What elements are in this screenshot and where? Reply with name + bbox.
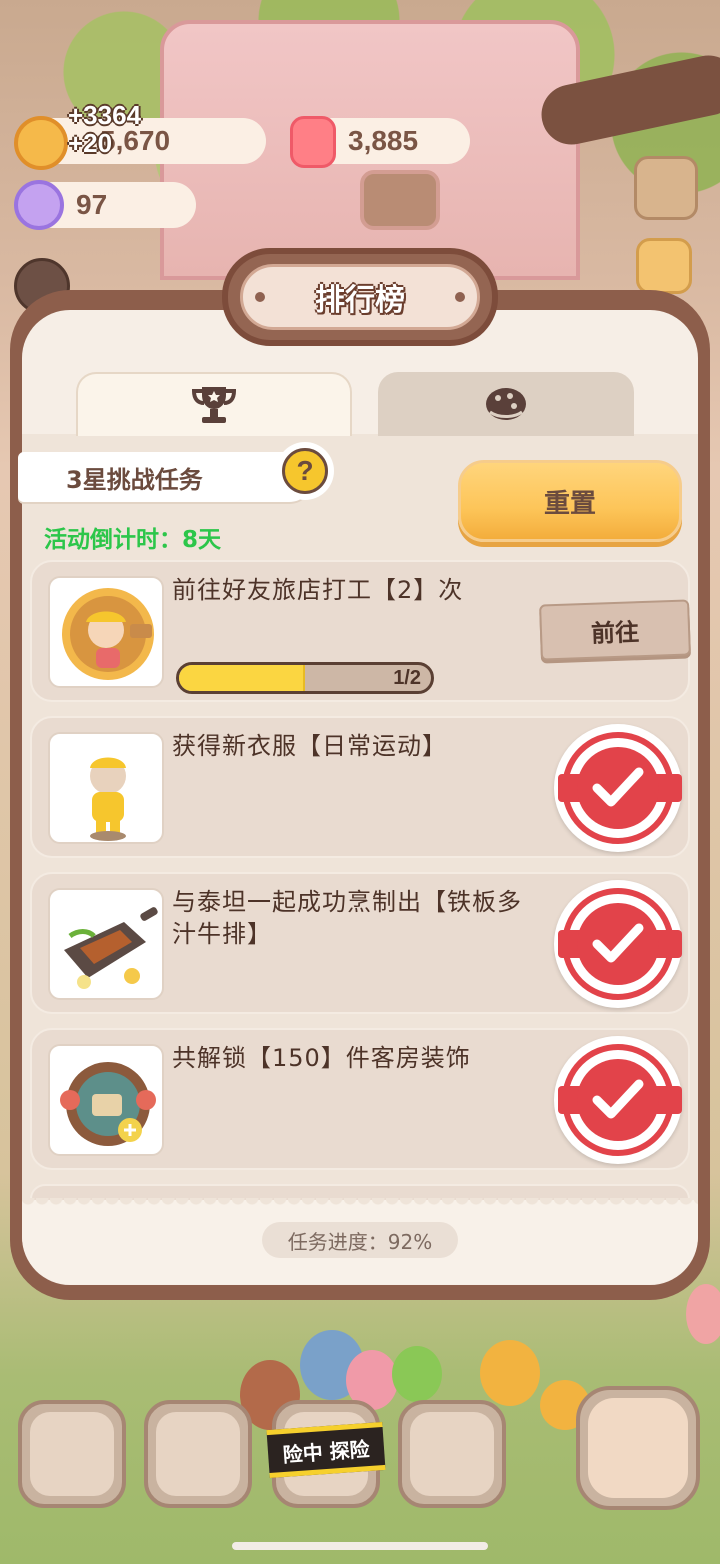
task-card: 与泰坦一起成功烹制出【铁板多汁牛排】	[30, 872, 690, 1014]
decoration-badge-icon	[48, 1044, 164, 1156]
task-card: 前往好友旅店打工【2】次 1/2 前往	[30, 560, 691, 702]
npc-character[interactable]	[686, 1284, 720, 1344]
explore-text: 险中 探险	[281, 1436, 371, 1467]
cookie-coin-icon	[14, 116, 68, 170]
mushroom-house-icon	[30, 1412, 114, 1496]
plate-pin	[255, 292, 265, 302]
worker-character-icon	[48, 576, 164, 688]
checkmark-icon	[592, 923, 644, 963]
notebook-icon	[156, 1412, 240, 1496]
dialog-title: 排行榜	[315, 283, 405, 318]
challenge-banner: 3星挑战任务	[18, 452, 314, 502]
task-progress-label: 1/2	[393, 667, 421, 689]
dialog-title-plate: 排行榜	[222, 248, 498, 346]
tab-cookie[interactable]	[378, 372, 634, 436]
steak-dish-icon	[48, 888, 164, 1000]
tab-ranking[interactable]	[76, 372, 352, 436]
task-title: 与泰坦一起成功烹制出【铁板多汁牛排】	[172, 888, 522, 948]
plate-pin	[455, 292, 465, 302]
event-countdown: 活动倒计时：8天	[44, 527, 222, 553]
task-title: 前往好友旅店打工【2】次	[172, 576, 464, 604]
completed-stamp	[554, 1036, 682, 1164]
task-progress-fill	[179, 665, 305, 691]
task-title: 获得新衣服【日常运动】	[172, 732, 447, 760]
exploring-banner: 险中 探险	[266, 1422, 386, 1478]
completed-stamp	[554, 880, 682, 1008]
gem-value: 3,885	[348, 125, 419, 156]
go-label: 前往	[590, 617, 640, 648]
gummy-gem-icon	[290, 116, 336, 168]
inn-door	[360, 170, 440, 230]
checkmark-icon	[592, 1079, 644, 1119]
overall-progress-text: 任务进度：92%	[287, 1229, 433, 1254]
go-button[interactable]: 前往	[539, 599, 691, 661]
completed-stamp	[554, 724, 682, 852]
character-fish-icon	[588, 1398, 688, 1498]
home-indicator[interactable]	[232, 1542, 488, 1550]
challenge-label: 3星挑战任务	[66, 465, 203, 494]
footer-scalloped-edge	[22, 1198, 698, 1208]
trophy-icon	[191, 387, 237, 423]
settings-gear-icon[interactable]	[634, 156, 698, 220]
coin-gain-popup: +3364	[68, 100, 142, 130]
task-progress-bar: 1/2	[176, 662, 434, 694]
task-card: 共解锁【150】件客房装饰	[30, 1028, 690, 1170]
cookie-icon	[486, 388, 526, 420]
nav-notebook-button[interactable]	[144, 1400, 252, 1508]
help-button[interactable]: ?	[276, 442, 334, 500]
question-mark-icon: ?	[282, 448, 328, 494]
reset-label: 重置	[543, 488, 596, 519]
outfit-character-icon	[48, 732, 164, 844]
checkmark-icon	[592, 767, 644, 807]
candy-icon	[14, 180, 64, 230]
npc-character[interactable]	[392, 1346, 442, 1402]
nav-shop-button[interactable]	[398, 1400, 506, 1508]
npc-character[interactable]	[480, 1340, 540, 1406]
coin-gain-popup: +20	[68, 128, 113, 158]
nav-character-button[interactable]	[576, 1386, 700, 1510]
notice-stamp-icon[interactable]	[636, 238, 692, 294]
task-card: 获得新衣服【日常运动】	[30, 716, 690, 858]
overall-progress-pill: 任务进度：92%	[262, 1222, 458, 1258]
nav-house-button[interactable]	[18, 1400, 126, 1508]
candy-value: 97	[76, 189, 108, 220]
shop-icon	[410, 1412, 494, 1496]
task-title: 共解锁【150】件客房装饰	[172, 1044, 471, 1072]
reset-button[interactable]: 重置	[458, 460, 682, 542]
